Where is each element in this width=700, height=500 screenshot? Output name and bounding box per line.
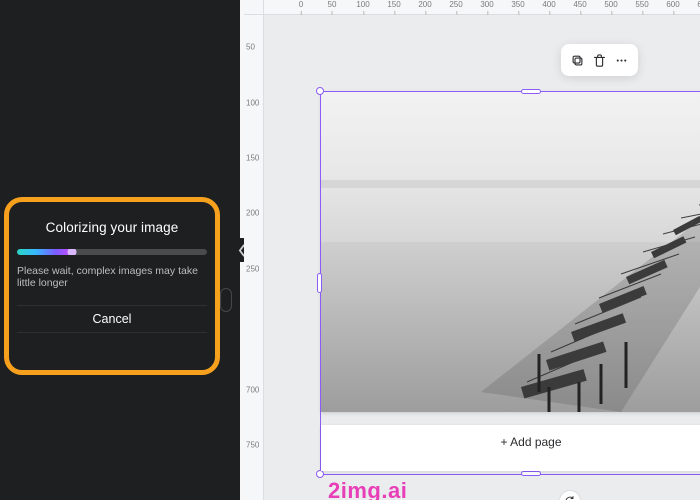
ruler-h-tick: 0 (299, 0, 303, 9)
ruler-v-tick: 200 (246, 209, 259, 218)
ruler-corner (244, 0, 264, 15)
add-page-button[interactable]: + Add page (321, 425, 700, 471)
element-toolbar (561, 44, 638, 76)
ruler-v-tick: 750 (246, 441, 259, 450)
ruler-v-tick: 50 (246, 43, 255, 52)
watermark-text: 2img.ai (328, 478, 407, 500)
more-button[interactable] (612, 51, 630, 69)
ruler-h-tick: 200 (418, 0, 431, 9)
selection-handle-s[interactable] (521, 471, 541, 476)
more-icon (614, 53, 629, 68)
ruler-h-tick: 450 (573, 0, 586, 9)
ruler-h-tick: 100 (356, 0, 369, 9)
selection-handle-n[interactable] (521, 89, 541, 94)
panel-adjacent-button-edge (220, 288, 232, 312)
ruler-h-tick: 600 (666, 0, 679, 9)
trash-icon (592, 53, 607, 68)
modal-title: Colorizing your image (17, 220, 207, 235)
side-panel: Colorizing your image Please wait, compl… (0, 0, 244, 500)
page-image (321, 92, 700, 412)
ruler-vertical: 50 100 150 200 250 700 750 (244, 15, 264, 500)
ruler-v-tick: 100 (246, 99, 259, 108)
delete-button[interactable] (590, 51, 608, 69)
canvas-page[interactable] (321, 92, 700, 412)
selection-handle-nw[interactable] (316, 87, 324, 95)
add-page-label: + Add page (500, 435, 561, 471)
ruler-h-tick: 400 (542, 0, 555, 9)
ruler-h-tick: 550 (635, 0, 648, 9)
ruler-horizontal: 050100150200250300350400450500550600650 (264, 0, 700, 15)
selection-handle-w[interactable] (317, 273, 322, 293)
progress-fill (17, 249, 72, 255)
copy-icon (570, 53, 585, 68)
ruler-h-tick: 500 (604, 0, 617, 9)
selection-handle-sw[interactable] (316, 470, 324, 478)
sync-button[interactable] (559, 490, 581, 500)
canvas-viewport[interactable]: + Add page 2img.ai (264, 15, 700, 500)
ruler-v-tick: 150 (246, 154, 259, 163)
ruler-h-tick: 50 (328, 0, 337, 9)
ruler-h-tick: 300 (480, 0, 493, 9)
ruler-h-tick: 150 (387, 0, 400, 9)
cancel-button[interactable]: Cancel (17, 305, 207, 333)
ruler-h-tick: 250 (449, 0, 462, 9)
ruler-v-tick: 250 (246, 265, 259, 274)
duplicate-button[interactable] (569, 51, 587, 69)
canvas-area: 050100150200250300350400450500550600650 … (244, 0, 700, 500)
ruler-h-tick: 350 (511, 0, 524, 9)
colorize-modal: Colorizing your image Please wait, compl… (4, 197, 220, 375)
progress-bar (17, 249, 207, 255)
ruler-v-tick: 700 (246, 386, 259, 395)
sync-icon (564, 495, 576, 500)
progress-thumb (68, 249, 77, 255)
modal-subtitle: Please wait, complex images may take lit… (17, 265, 207, 289)
